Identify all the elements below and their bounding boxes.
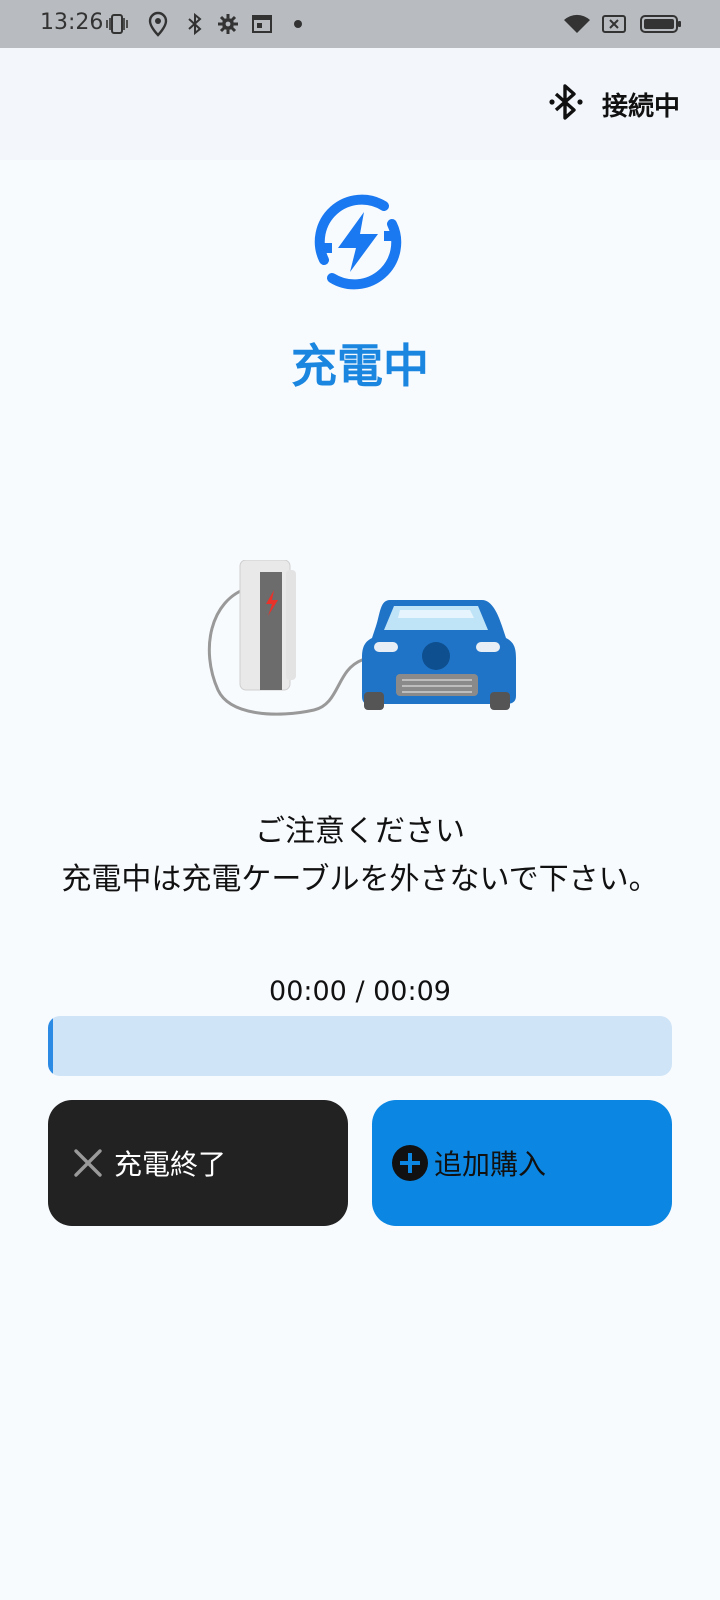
charging-progress-bar [48,1016,672,1076]
bluetooth-status-label: 接続中 [601,91,680,122]
settings-icon [216,10,240,38]
app-header: 接続中 [0,48,720,160]
progress-fill [48,1016,53,1076]
additional-purchase-button[interactable]: 追加購入 [372,1100,672,1226]
no-sim-icon [600,10,628,38]
status-time: 13:26 [40,10,104,35]
dot-icon [292,10,304,38]
additional-purchase-label: 追加購入 [434,1148,547,1181]
close-icon [72,1147,104,1179]
page-title: 充電中 [291,339,429,393]
bluetooth-icon [184,10,206,38]
ev-charging-illustration [200,559,520,730]
end-charging-button[interactable]: 充電終了 [48,1100,348,1226]
battery-icon [640,10,682,38]
charging-timer: 00:00 / 00:09 [269,976,451,1007]
end-charging-label: 充電終了 [114,1148,227,1181]
notice-message: 充電中は充電ケーブルを外さないで下さい。 [61,862,659,897]
vibrate-icon [104,10,130,38]
location-icon [146,10,170,38]
plus-circle-icon [392,1145,428,1181]
notice-heading: ご注意ください [255,814,465,849]
charging-bolt-icon [306,190,410,294]
status-bar: 13:26 [0,0,720,48]
wifi-icon [562,10,592,38]
calendar-icon [250,10,274,38]
bluetooth-status[interactable]: 接続中 [548,82,680,126]
bluetooth-icon [548,82,584,126]
charging-notice: ご注意ください 充電中は充電ケーブルを外さないで下さい。 [60,808,660,904]
